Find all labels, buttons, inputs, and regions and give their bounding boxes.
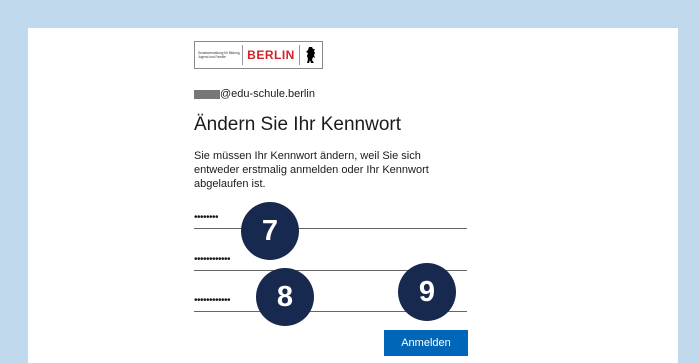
- signin-card: Senatsverwaltung für Bildung, Jugend und…: [28, 28, 678, 363]
- redacted-username: [194, 89, 220, 99]
- berlin-logo: Senatsverwaltung für Bildung, Jugend und…: [194, 41, 323, 69]
- account-identifier: @edu-schule.berlin: [194, 88, 315, 100]
- account-email-suffix: @edu-schule.berlin: [220, 88, 315, 100]
- step-badge-8: 8: [256, 268, 314, 326]
- signin-submit-button[interactable]: Anmelden: [384, 330, 468, 356]
- berlin-bear-icon: [300, 46, 322, 64]
- page-description: Sie müssen Ihr Kennwort ändern, weil Sie…: [194, 150, 429, 190]
- logo-brand-text: BERLIN: [247, 48, 295, 62]
- logo-department-text: Senatsverwaltung für Bildung, Jugend und…: [198, 51, 241, 59]
- step-badge-9: 9: [398, 263, 456, 321]
- page-title: Ändern Sie Ihr Kennwort: [194, 114, 402, 135]
- current-password-field[interactable]: ••••••••: [194, 211, 467, 229]
- step-badge-7: 7: [241, 202, 299, 260]
